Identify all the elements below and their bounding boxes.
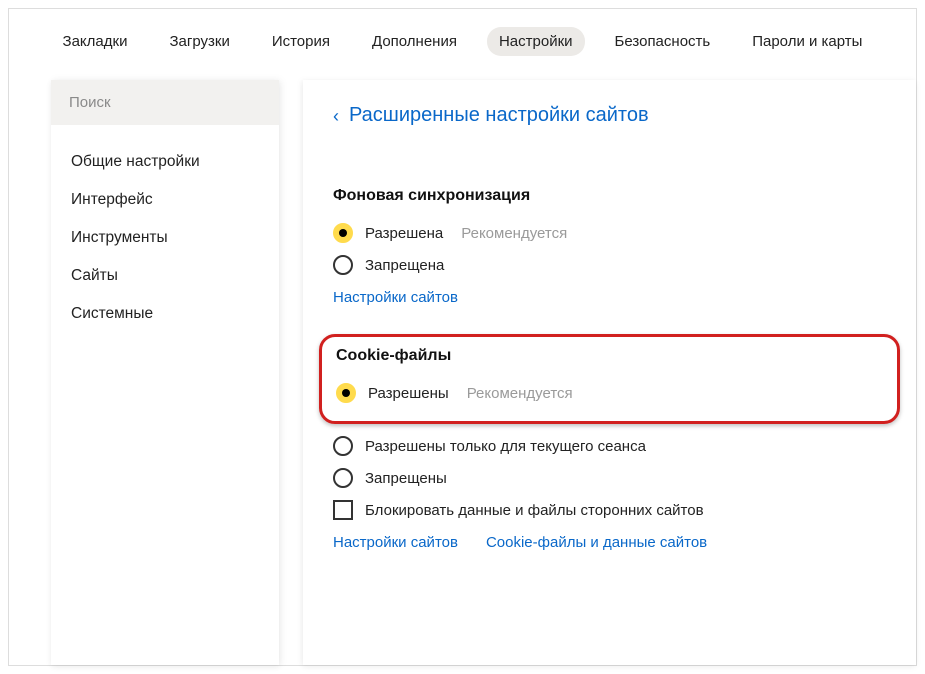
checkbox-icon: [333, 500, 353, 520]
nav-passwords[interactable]: Пароли и карты: [740, 27, 874, 56]
cookies-highlight: Cookie-файлы Разрешены Рекомендуется: [319, 334, 900, 424]
sidebar-item-tools[interactable]: Инструменты: [51, 219, 279, 257]
radio-icon: [333, 255, 353, 275]
bgsync-option-blocked[interactable]: Запрещена: [333, 249, 886, 281]
sidebar-item-system[interactable]: Системные: [51, 295, 279, 333]
cookies-sites-link[interactable]: Настройки сайтов: [333, 534, 458, 551]
bgsync-title: Фоновая синхронизация: [333, 187, 886, 205]
bgsync-allowed-label: Разрешена: [365, 225, 443, 242]
search-input[interactable]: Поиск: [51, 80, 279, 125]
content-area: ‹ Расширенные настройки сайтов Фоновая с…: [279, 80, 916, 665]
cookies-title: Cookie-файлы: [336, 347, 883, 365]
nav-bookmarks[interactable]: Закладки: [51, 27, 140, 56]
cookies-allowed-hint: Рекомендуется: [467, 385, 573, 402]
cookies-data-link[interactable]: Cookie-файлы и данные сайтов: [486, 534, 707, 551]
bgsync-blocked-label: Запрещена: [365, 257, 444, 274]
radio-selected-icon: [333, 223, 353, 243]
cookies-option-allowed[interactable]: Разрешены Рекомендуется: [336, 377, 883, 409]
content-panel: ‹ Расширенные настройки сайтов Фоновая с…: [303, 80, 916, 665]
nav-addons[interactable]: Дополнения: [360, 27, 469, 56]
nav-settings[interactable]: Настройки: [487, 27, 585, 56]
page-title: Расширенные настройки сайтов: [349, 104, 649, 127]
cookies-block3p-label: Блокировать данные и файлы сторонних сай…: [365, 502, 704, 519]
sidebar-item-general[interactable]: Общие настройки: [51, 143, 279, 181]
chevron-left-icon: ‹: [333, 107, 339, 125]
bgsync-allowed-hint: Рекомендуется: [461, 225, 567, 242]
settings-window: Закладки Загрузки История Дополнения Нас…: [8, 8, 917, 666]
cookies-option-block-thirdparty[interactable]: Блокировать данные и файлы сторонних сай…: [333, 494, 886, 526]
sidebar-list: Общие настройки Интерфейс Инструменты Са…: [51, 125, 279, 333]
bgsync-sites-link[interactable]: Настройки сайтов: [333, 289, 458, 306]
cookies-allowed-label: Разрешены: [368, 385, 449, 402]
sidebar-item-interface[interactable]: Интерфейс: [51, 181, 279, 219]
nav-security[interactable]: Безопасность: [603, 27, 723, 56]
radio-icon: [333, 436, 353, 456]
sidebar-item-sites[interactable]: Сайты: [51, 257, 279, 295]
cookies-session-label: Разрешены только для текущего сеанса: [365, 438, 646, 455]
sidebar: Поиск Общие настройки Интерфейс Инструме…: [51, 80, 279, 665]
radio-icon: [333, 468, 353, 488]
section-background-sync: Фоновая синхронизация Разрешена Рекоменд…: [333, 187, 886, 306]
bgsync-option-allowed[interactable]: Разрешена Рекомендуется: [333, 217, 886, 249]
top-nav: Закладки Загрузки История Дополнения Нас…: [9, 9, 916, 80]
radio-selected-icon: [336, 383, 356, 403]
nav-downloads[interactable]: Загрузки: [157, 27, 241, 56]
cookies-option-session[interactable]: Разрешены только для текущего сеанса: [333, 430, 886, 462]
main-area: Поиск Общие настройки Интерфейс Инструме…: [9, 80, 916, 665]
nav-history[interactable]: История: [260, 27, 342, 56]
section-cookies: Cookie-файлы Разрешены Рекомендуется Раз…: [333, 334, 886, 551]
back-to-advanced-site-settings[interactable]: ‹ Расширенные настройки сайтов: [333, 104, 886, 127]
cookies-option-blocked[interactable]: Запрещены: [333, 462, 886, 494]
cookies-blocked-label: Запрещены: [365, 470, 447, 487]
